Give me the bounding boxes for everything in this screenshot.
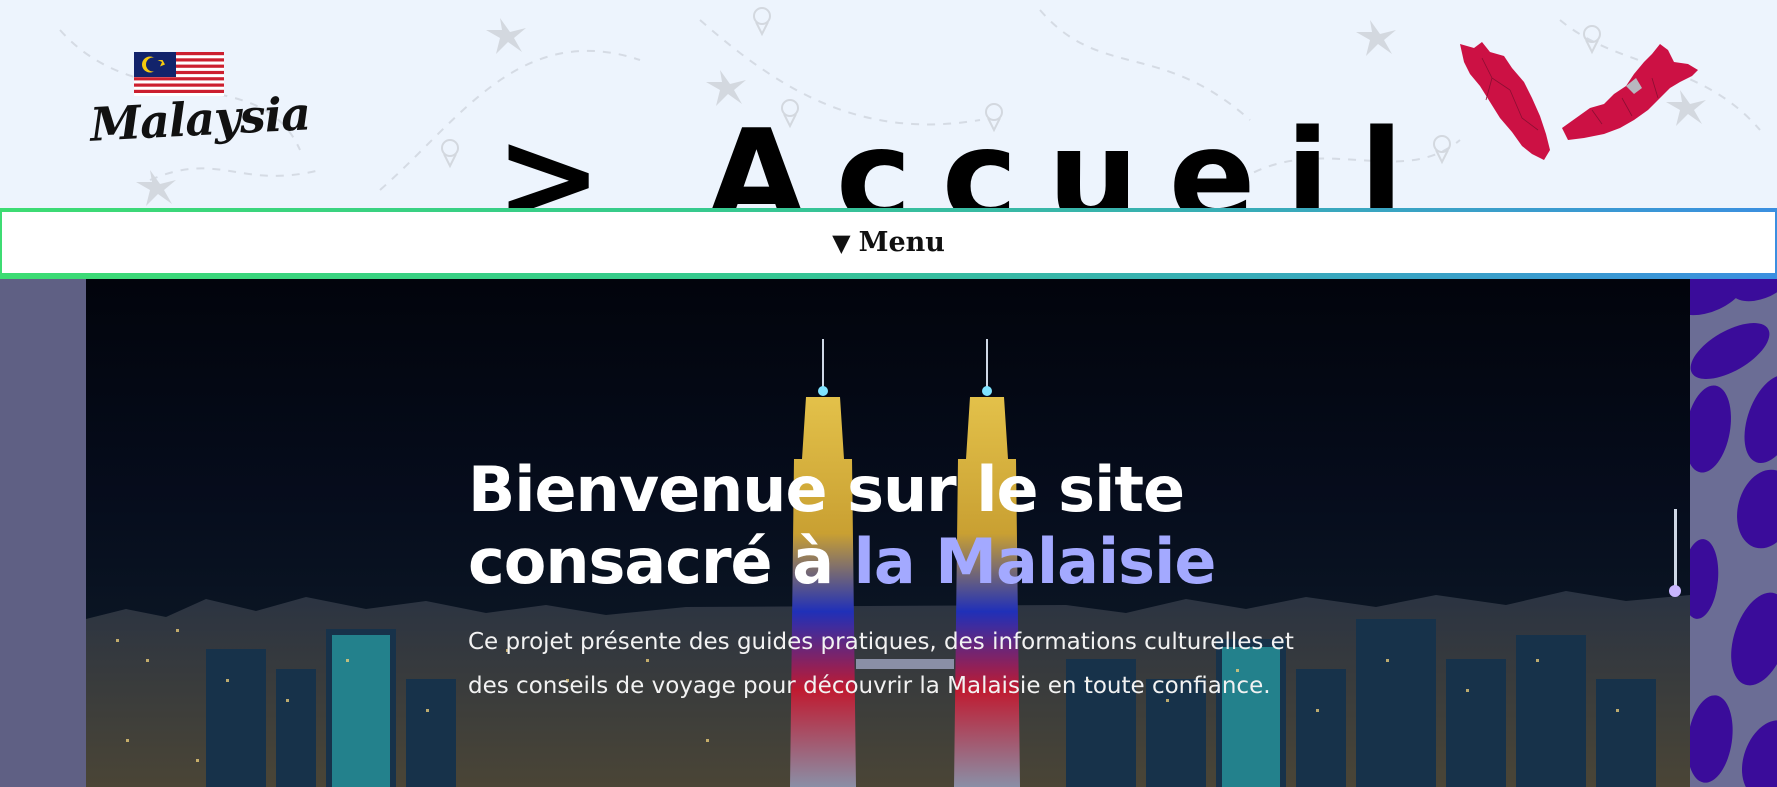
hero-section: Bienvenue sur le site consacré à la Mala…: [86, 279, 1690, 787]
hero-title-line2: consacré à: [468, 525, 854, 598]
left-side-panel: [0, 279, 86, 787]
site-header: Malaysia > Accueil: [0, 0, 1777, 208]
menu-toggle-button[interactable]: ▼ Menu: [832, 227, 945, 258]
site-logo[interactable]: Malaysia: [78, 40, 311, 160]
hero-title: Bienvenue sur le site consacré à la Mala…: [468, 454, 1368, 598]
decorative-pattern: [1690, 279, 1777, 787]
right-side-panel: [1690, 279, 1777, 787]
nav-menu-bar: ▼ Menu: [0, 208, 1777, 279]
logo-text: Malaysia: [88, 86, 312, 152]
hero-content: Bienvenue sur le site consacré à la Mala…: [468, 454, 1368, 708]
page-title: > Accueil: [495, 102, 1434, 208]
triangle-down-icon: ▼: [832, 228, 851, 257]
hero-title-line1: Bienvenue sur le site: [468, 453, 1185, 526]
hero-title-accent: la Malaisie: [853, 525, 1217, 598]
menu-inner: ▼ Menu: [2, 212, 1775, 273]
malaysia-flag-icon: [134, 52, 224, 96]
malaysia-map-icon: [1460, 42, 1698, 160]
hero-description: Ce projet présente des guides pratiques,…: [468, 629, 1294, 699]
menu-toggle-label: Menu: [858, 227, 945, 258]
